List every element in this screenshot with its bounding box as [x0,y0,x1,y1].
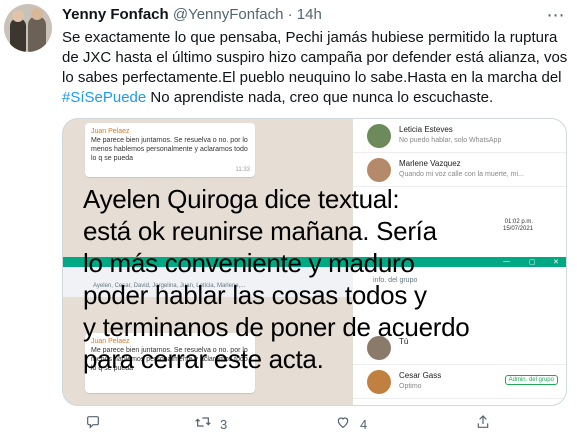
contact-status: Quando mi voz calle con la muerte, mi... [399,171,524,178]
tweet-time[interactable]: 14h [297,6,322,23]
author-name[interactable]: Yenny Fonfach [62,6,169,23]
text-line: Se exactamente lo que pensaba, Pechi jam… [62,29,558,46]
share-icon [472,414,494,435]
text-line: de JXC hasta el último suspiro hizo camp… [62,49,568,66]
caption-line: lo más conveniente y maduro [83,248,415,278]
text-tail: No aprendiste nada, creo que nunca lo es… [146,89,494,106]
contact-avatar [367,158,391,182]
tweet-text: Se exactamente lo que pensaba, Pechi jam… [62,28,572,108]
contact-avatar [367,124,391,148]
avatar[interactable] [4,4,52,52]
separator: · [287,6,293,23]
reply-button[interactable] [82,414,104,435]
hashtag-link[interactable]: #SíSePuede [62,89,146,106]
tweet-image[interactable]: Juan Pelaez Me parece bien juntarnos. Se… [62,118,567,406]
reply-icon [82,414,104,435]
contact-name: Leticia Esteves [399,125,453,134]
contact-status: Optimo [399,383,422,390]
ellipsis-icon[interactable]: ⋯ [545,4,567,26]
caption-line: poder hablar las cosas todos y [83,280,427,310]
caption-line: está ok reunirse mañana. Sería [83,216,437,246]
contact-name: Marlene Vazquez [399,159,461,168]
admin-badge: Admin. del grupo [504,375,558,385]
contact-status: No puedo hablar, solo WhatsApp [399,137,502,144]
text-line-last: #SíSePuede No aprendiste nada, creo que … [62,88,572,108]
tweet: Yenny Fonfach @YennyFonfach · 14h ⋯ Se e… [0,0,577,445]
like-count: 4 [360,417,368,432]
retweet-icon [192,414,214,435]
tweet-header: Yenny Fonfach @YennyFonfach · 14h [62,6,322,24]
close-icon[interactable]: ✕ [553,258,559,266]
retweet-count: 3 [220,417,228,432]
retweet-button[interactable]: 3 [192,414,227,435]
caption-line: y terminanos de poner de acuerdo [83,312,470,342]
contact-row[interactable]: Leticia Esteves No puedo hablar, solo Wh… [353,119,566,153]
caption-line: Ayelen Quiroga dice textual: [83,184,400,214]
like-button[interactable]: 4 [332,414,367,435]
chat-bubble: Juan Pelaez Me parece bien juntarnos. Se… [85,123,255,177]
tweet-actions: 3 4 [62,414,562,438]
overlay-caption: Ayelen Quiroga dice textual: está ok reu… [83,183,553,375]
contact-row[interactable]: Marlene Vazquez Quando mi voz calle con … [353,153,566,187]
author-handle[interactable]: @YennyFonfach [173,6,284,23]
bubble-sender: Juan Pelaez [91,128,130,135]
share-button[interactable] [472,414,494,435]
text-line: lo sabes perfectamente.El pueblo neuquin… [62,69,562,86]
caption-line: para cerrar este acta. [83,344,324,374]
bubble-text: Me parece bien juntarnos. Se resuelva o … [91,137,248,162]
heart-icon [332,414,354,435]
bubble-time: 11:33 [235,167,250,173]
